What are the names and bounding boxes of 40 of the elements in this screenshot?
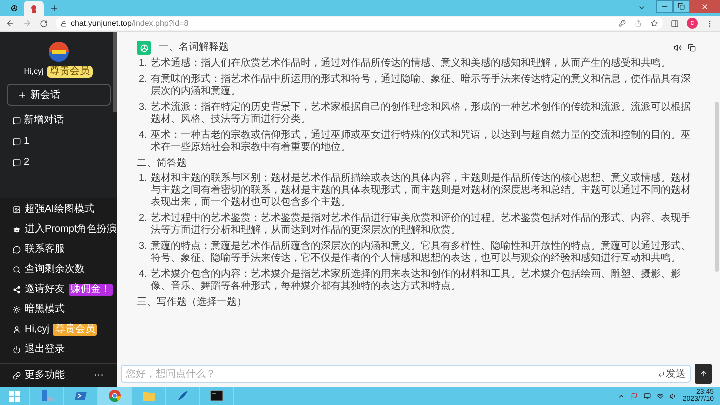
- list-text: 意蕴的特点：意蕴是艺术作品所蕴含的深层次的内涵和意义。它具有多样性、隐喻性和开放性的特点。意蕴可以通过形式、符号、象征、隐喻等手法来传达，它不仅是作者的个人情感和思想的表达，也可以与观众的经验和感知进行互动和共鸣。: [151, 241, 692, 265]
- list-number: 4.: [139, 130, 148, 143]
- menu-badge: 赚佣金！: [69, 284, 113, 296]
- menu-item[interactable]: 超强AI绘图模式: [25, 205, 94, 215]
- user-greeting: Hi,cyj: [24, 66, 44, 78]
- conversation-item[interactable]: 2: [0, 152, 117, 173]
- section-heading: 一、名词解释题: [159, 42, 229, 54]
- list-number: 3.: [139, 102, 148, 115]
- section-heading: 三、写作题（选择一题）: [137, 297, 247, 309]
- member-badge: 尊贵会员: [46, 66, 93, 78]
- list-text: 题材和主题的联系与区别：题材是艺术作品所描绘或表达的具体内容，主题则是作品所传达的核心思想、意义或情感。题材与主题之间有着密切的联系，题材是主题的具体表现形式，而主题则是对题材的深度思考和总结。主题可以通过不同的题材表现出来，而一个题材也可以包含多个主题。: [151, 173, 692, 209]
- more-dots[interactable]: ···: [94, 370, 104, 380]
- conversation-item[interactable]: 新增对话: [0, 110, 117, 131]
- more-features-link[interactable]: 更多功能: [25, 370, 65, 380]
- menu-item[interactable]: 联系客服: [25, 245, 65, 255]
- list-number: 2.: [139, 74, 148, 87]
- list-text: 艺术过程中的艺术鉴赏：艺术鉴赏是指对艺术作品进行审美欣赏和评价的过程。艺术鉴赏包括对作品的形式、内容、表现手法等方面进行分析和理解，从而达到对作品的更深层次的理解和欣赏。: [151, 213, 692, 237]
- message-input[interactable]: 您好，想问点什么？ 发送: [121, 365, 691, 383]
- menu-item[interactable]: 暗黑模式: [25, 305, 65, 315]
- send-button[interactable]: 发送: [658, 366, 686, 382]
- menu-item[interactable]: 邀请好友: [25, 285, 65, 295]
- new-chat-button[interactable]: 新会话: [6, 84, 110, 106]
- list-number: 1.: [139, 173, 148, 186]
- list-number: 4.: [139, 269, 148, 282]
- list-number: 1.: [139, 58, 148, 70]
- list-text: 巫术：一种古老的宗教或信仰形式，通过巫师或巫女进行特殊的仪式和咒语，以达到与超自然力量的交流和控制的目的。巫术在一些原始社会和宗教中有着重要的地位。: [151, 130, 692, 154]
- address-field[interactable]: chat.yunjunet.top/index.php?id=8: [56, 17, 663, 30]
- menu-item[interactable]: 退出登录: [25, 345, 65, 355]
- menu-item[interactable]: 查询剩余次数: [25, 265, 85, 275]
- conversation-item[interactable]: 1: [0, 131, 117, 152]
- menu-item[interactable]: 进入Prompt角色扮演: [25, 225, 118, 235]
- list-text: 有意味的形式：指艺术作品中所运用的形式和符号，通过隐喻、象征、暗示等手法来传达特定的意义和信息，使作品具有深层次的内涵和意蕴。: [151, 74, 692, 98]
- list-text: 艺术通感：指人们在欣赏艺术作品时，通过对作品所传达的情感、意义和美感的感知和理解，从而产生的感受和共鸣。: [151, 58, 671, 70]
- menu-item[interactable]: Hi,cyj: [25, 325, 50, 335]
- list-text: 艺术媒介包含的内容：艺术媒介是指艺术家所选择的用来表达和创作的材料和工具。艺术媒介包括绘画、雕塑、摄影、影像、音乐、舞蹈等各种形式，每种媒介都有其独特的表达方式和特点。: [151, 269, 682, 293]
- list-text: 艺术流派：指在特定的历史背景下，艺术家根据自己的创作理念和风格，形成的一种艺术创作的传统和流派。流派可以根据题材、风格、技法等方面进行分类。: [151, 102, 692, 126]
- list-number: 2.: [139, 213, 148, 226]
- list-number: 3.: [139, 241, 148, 254]
- section-heading: 二、简答题: [137, 158, 187, 170]
- menu-badge: 尊贵会员: [53, 324, 98, 336]
